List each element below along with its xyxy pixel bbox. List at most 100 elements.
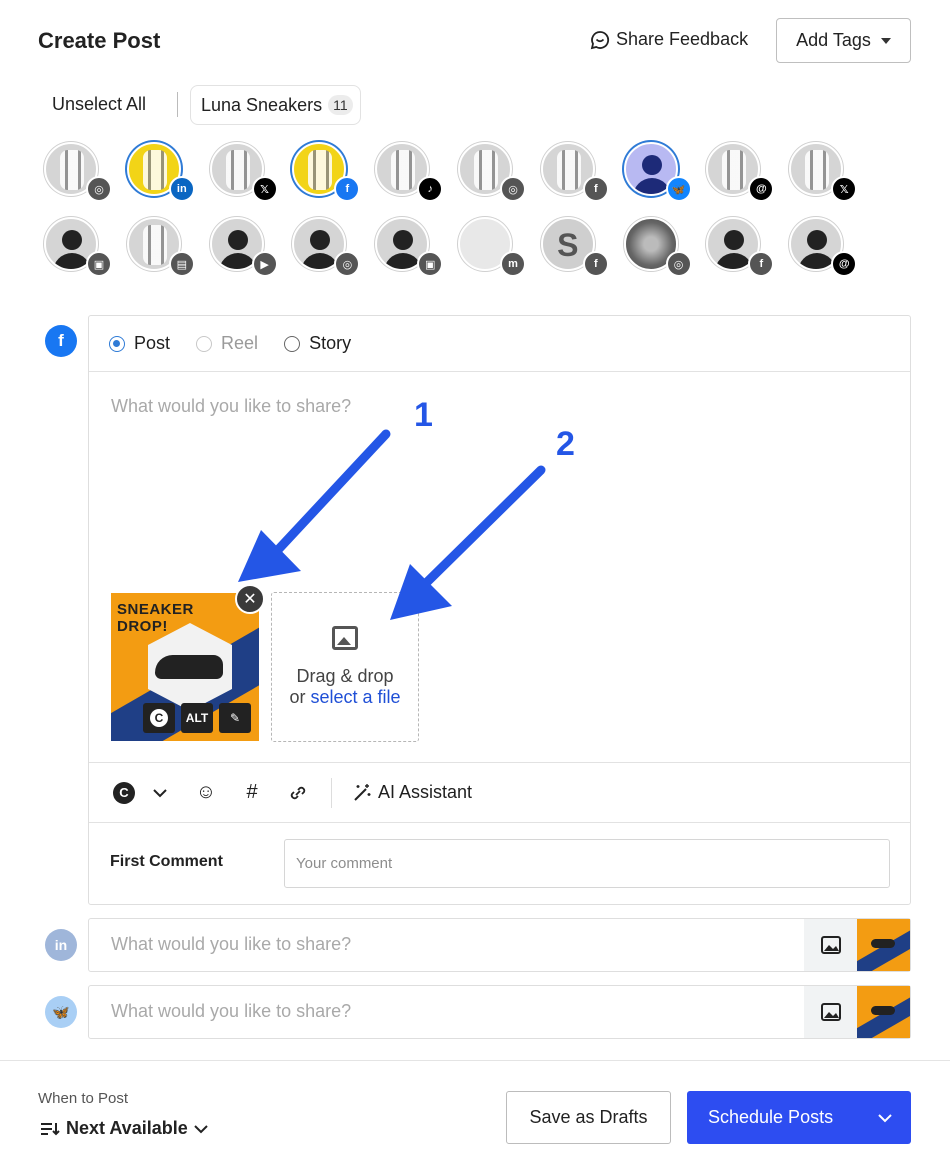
next-available-label: Next Available xyxy=(66,1118,188,1138)
page-title: Create Post xyxy=(38,28,161,53)
facebook-icon: f xyxy=(582,176,609,202)
first-comment-label: First Comment xyxy=(110,853,223,870)
linkedin-text-placeholder: What would you like to share? xyxy=(111,934,352,954)
ai-assistant-button[interactable]: AI Assistant xyxy=(352,782,472,803)
instagram-icon: ◎ xyxy=(334,251,361,277)
sneaker-image xyxy=(155,655,223,679)
chevron-down-icon[interactable] xyxy=(859,1091,911,1144)
account-avatar[interactable]: ▣ xyxy=(375,217,444,277)
image-icon xyxy=(332,626,358,650)
add-tags-button[interactable]: Add Tags xyxy=(776,18,911,63)
account-avatar[interactable]: Sf xyxy=(540,217,609,277)
account-avatar[interactable]: f xyxy=(706,217,775,277)
account-avatar[interactable]: ◎ xyxy=(292,217,361,277)
post-type-label: Story xyxy=(309,333,352,353)
chevron-down-icon xyxy=(194,1124,208,1133)
gmb-icon: ▣ xyxy=(417,251,444,277)
facebook-composer: Post Reel Story What would you like to s… xyxy=(88,315,911,905)
save-as-drafts-button[interactable]: Save as Drafts xyxy=(506,1091,671,1144)
first-comment-input[interactable] xyxy=(284,839,890,888)
thumbnail-stripe xyxy=(857,926,910,971)
radio-disabled xyxy=(196,335,213,352)
caret-down-icon xyxy=(880,37,891,44)
bluesky-composer[interactable]: What would you like to share? xyxy=(88,985,911,1039)
account-avatar[interactable]: ◎ xyxy=(458,142,526,202)
x-icon: 𝕏 xyxy=(831,176,858,202)
group-count-badge: 11 xyxy=(328,95,353,115)
schedule-posts-button[interactable]: Schedule Posts xyxy=(687,1091,911,1144)
group-name: Luna Sneakers xyxy=(201,94,323,115)
account-avatar[interactable]: f xyxy=(540,142,609,202)
facebook-icon: f xyxy=(45,325,77,357)
account-avatar[interactable]: ▶ xyxy=(209,217,278,277)
instagram-icon: ◎ xyxy=(665,251,692,277)
header: Create Post Share Feedback Add Tags xyxy=(0,0,950,80)
account-avatar[interactable]: in xyxy=(126,142,195,202)
youtube-icon: ▶ xyxy=(251,251,278,277)
threads-icon: @ xyxy=(831,251,858,277)
linkedin-composer[interactable]: What would you like to share? xyxy=(88,918,911,972)
account-avatar[interactable]: @ xyxy=(789,217,858,277)
media-dropzone[interactable]: Drag & drop or select a file xyxy=(271,592,419,742)
account-avatar[interactable]: f xyxy=(292,142,361,202)
account-group-chip[interactable]: Luna Sneakers 11 xyxy=(190,85,361,125)
share-feedback-label: Share Feedback xyxy=(616,29,749,49)
post-type-label: Reel xyxy=(221,333,259,353)
account-avatar[interactable]: @ xyxy=(706,142,775,202)
post-type-label: Post xyxy=(134,333,171,353)
facebook-icon: f xyxy=(582,251,609,277)
media-thumbnail[interactable]: SNEAKER DROP! C ALT ✎ xyxy=(111,593,259,741)
post-type-post[interactable]: Post xyxy=(109,333,170,354)
divider xyxy=(177,92,178,117)
canva-edit-button[interactable]: C xyxy=(143,703,175,733)
annotation-number-1: 1 xyxy=(414,396,433,434)
account-avatar[interactable]: ◎ xyxy=(623,217,692,277)
profile-card-icon: ▤ xyxy=(168,251,195,277)
image-icon[interactable] xyxy=(804,986,857,1038)
share-feedback-button[interactable]: Share Feedback xyxy=(590,29,748,50)
link-shortener-icon[interactable] xyxy=(285,780,311,806)
chevron-down-icon[interactable] xyxy=(147,780,173,806)
hashtag-icon[interactable]: # xyxy=(239,780,265,806)
select-file-link[interactable]: select a file xyxy=(310,687,400,707)
unselect-all-button[interactable]: Unselect All xyxy=(52,94,146,115)
post-type-reel[interactable]: Reel xyxy=(196,333,258,354)
instagram-icon: ◎ xyxy=(500,176,526,202)
canva-label: C xyxy=(150,709,168,727)
sneaker-image xyxy=(871,1006,895,1015)
next-available-dropdown[interactable]: Next Available xyxy=(40,1118,208,1139)
threads-icon: @ xyxy=(748,176,775,202)
emoji-icon[interactable]: ☺ xyxy=(193,780,219,806)
account-avatar[interactable]: 𝕏 xyxy=(209,142,278,202)
facebook-icon: f xyxy=(748,251,775,277)
pencil-edit-icon[interactable]: ✎ xyxy=(219,703,251,733)
radio-selected xyxy=(109,335,125,352)
account-avatar[interactable]: ▤ xyxy=(126,217,195,277)
post-type-story[interactable]: Story xyxy=(284,333,351,354)
linkedin-icon: in xyxy=(45,929,77,961)
account-avatar[interactable]: ♪ xyxy=(375,142,444,202)
bluesky-icon: 🦋 xyxy=(45,996,77,1028)
account-avatar[interactable]: m xyxy=(458,217,526,277)
dropzone-prefix: or xyxy=(289,687,306,707)
media-thumbnail[interactable] xyxy=(857,986,910,1038)
add-tags-label: Add Tags xyxy=(796,30,871,50)
media-thumbnail[interactable] xyxy=(857,919,910,971)
gmb-icon: ▣ xyxy=(86,251,112,277)
ai-assistant-label: AI Assistant xyxy=(378,782,473,802)
canva-icon[interactable]: C xyxy=(111,780,137,806)
account-avatar[interactable]: ▣ xyxy=(44,217,112,277)
composer-toolbar: C ☺ # AI Assistant xyxy=(89,762,910,823)
when-to-post-label: When to Post xyxy=(38,1090,129,1107)
bluesky-text-placeholder: What would you like to share? xyxy=(111,1001,352,1021)
image-icon[interactable] xyxy=(804,919,857,971)
remove-media-close-icon[interactable]: ✕ xyxy=(235,584,265,614)
thumbnail-headline: SNEAKER DROP! xyxy=(117,601,194,635)
alt-text-button[interactable]: ALT xyxy=(181,703,213,733)
bluesky-icon: 🦋 xyxy=(665,176,692,202)
post-text-editor[interactable]: What would you like to share? xyxy=(111,396,351,417)
account-avatar[interactable]: ◎ xyxy=(44,142,112,202)
magic-wand-icon xyxy=(354,783,371,801)
account-avatar[interactable]: 𝕏 xyxy=(789,142,858,202)
account-avatar[interactable]: 🦋 xyxy=(623,142,692,202)
